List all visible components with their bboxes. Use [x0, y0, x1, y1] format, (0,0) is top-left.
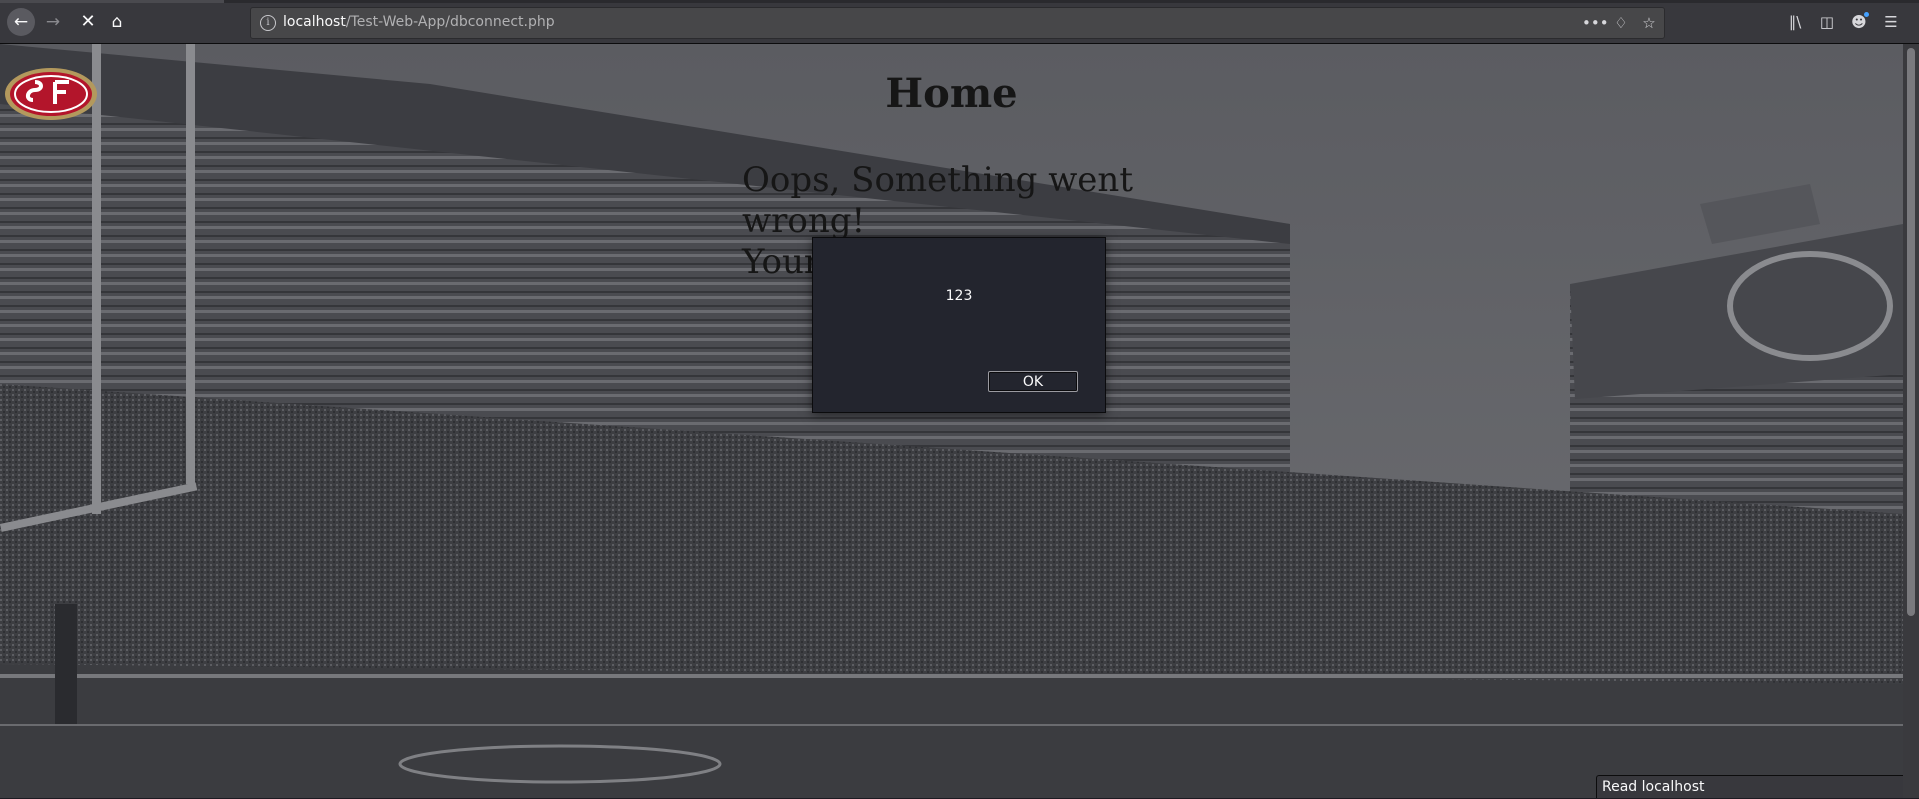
page-scrollbar[interactable] — [1903, 44, 1919, 798]
bookmark-star-icon[interactable]: ☆ — [1638, 12, 1660, 34]
sidebar-icon[interactable]: ◫ — [1815, 10, 1839, 34]
ok-button[interactable]: OK — [988, 371, 1078, 392]
error-line-2: wrong! — [742, 201, 866, 241]
url-path: /Test-Web-App/dbconnect.php — [345, 14, 555, 30]
alert-message: 123 — [945, 288, 973, 304]
stadium-background-image — [0, 44, 1903, 798]
library-icon[interactable]: ∥\ — [1783, 10, 1807, 34]
site-info-icon[interactable]: i — [260, 15, 276, 31]
home-icon[interactable]: ⌂ — [105, 10, 129, 34]
stop-loading-icon[interactable]: ✕ — [76, 10, 100, 34]
url-bar[interactable]: i localhost/Test-Web-App/dbconnect.php •… — [250, 7, 1665, 39]
url-host: localhost — [283, 14, 346, 30]
scrollbar-thumb[interactable] — [1907, 48, 1915, 616]
alert-dialog: 123 OK — [812, 237, 1106, 413]
browser-toolbar: ← → ✕ ⌂ i localhost/Test-Web-App/dbconne… — [0, 0, 1919, 44]
forward-arrow-icon[interactable]: → — [41, 10, 65, 34]
status-bar: Read localhost — [1596, 775, 1903, 798]
page-viewport: Home Oops, Something went wrong! Your — [0, 44, 1903, 798]
url-text[interactable]: localhost/Test-Web-App/dbconnect.php — [283, 14, 555, 30]
account-icon[interactable]: ☻ — [1847, 10, 1871, 34]
tab-strip — [0, 0, 1919, 3]
error-line-1: Oops, Something went — [742, 160, 1133, 200]
back-arrow-icon[interactable]: ← — [7, 8, 35, 36]
page-title: Home — [885, 70, 1018, 117]
hamburger-menu-icon[interactable]: ☰ — [1879, 10, 1903, 34]
active-tab-indicator[interactable] — [0, 0, 224, 3]
pocket-icon[interactable]: ♢ — [1610, 12, 1632, 34]
account-badge — [1864, 12, 1869, 17]
more-actions-icon[interactable]: ••• — [1582, 12, 1609, 34]
